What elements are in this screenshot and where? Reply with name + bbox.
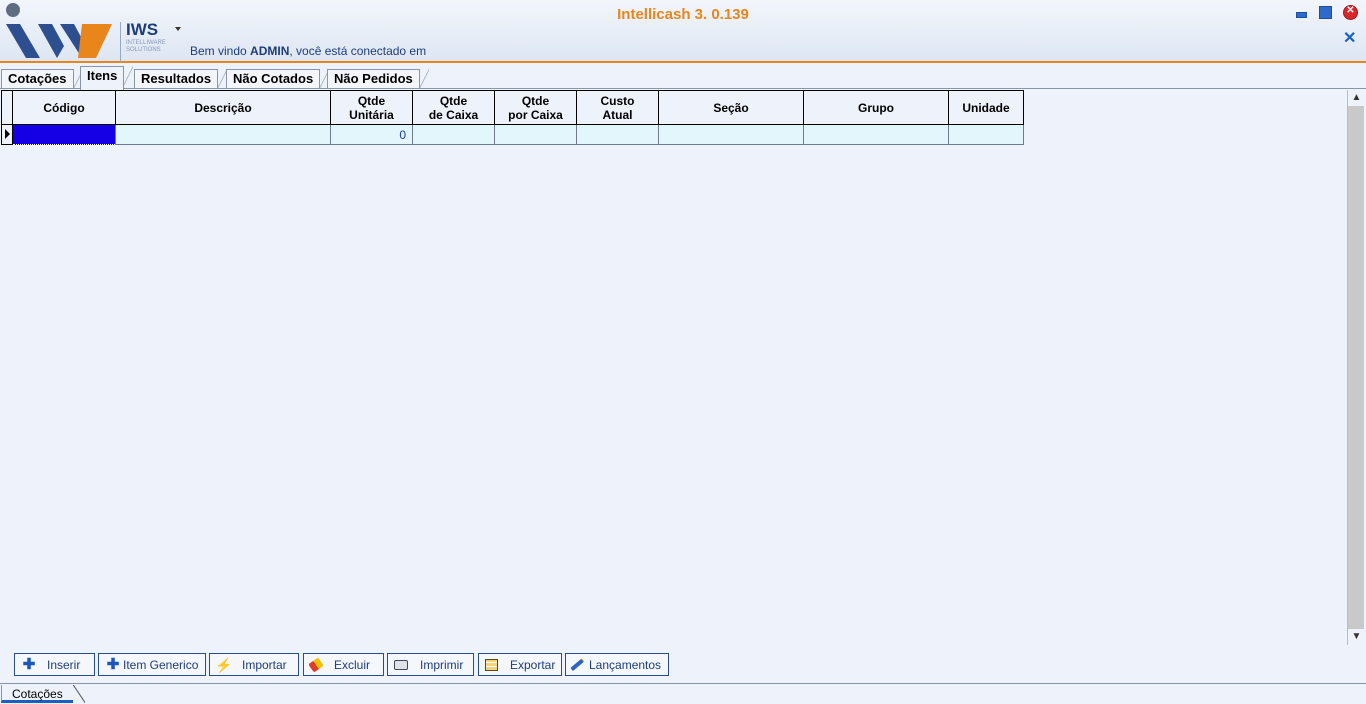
row-indicator-header (1, 90, 13, 125)
excluir-button[interactable]: Excluir (303, 653, 384, 676)
cell-qtde-caixa[interactable] (412, 124, 495, 145)
exportar-label: Exportar (510, 657, 556, 672)
chevron-down-icon[interactable] (175, 27, 181, 31)
vertical-scrollbar[interactable]: ▲ ▼ (1347, 90, 1365, 645)
maximize-button[interactable] (1318, 5, 1333, 20)
printer-icon (394, 659, 408, 670)
cell-qtde-por-caixa[interactable] (494, 124, 577, 145)
tab-bar: Cotações Itens Resultados Não Cotados Nã… (0, 66, 1366, 90)
cell-unidade[interactable] (948, 124, 1024, 145)
cell-grupo[interactable] (803, 124, 949, 145)
action-toolbar: ✚ Inserir ✚ Item Generico ⚡ Importar Exc… (0, 648, 1366, 684)
inserir-label: Inserir (47, 657, 81, 672)
close-window-button[interactable] (1343, 5, 1358, 20)
cell-custo-atual[interactable] (576, 124, 659, 145)
imprimir-label: Imprimir (420, 657, 464, 672)
tab-itens[interactable]: Itens (80, 66, 134, 90)
cell-descricao[interactable] (115, 124, 331, 145)
row-indicator-icon (1, 124, 13, 145)
tab-resultados[interactable]: Resultados (134, 69, 228, 89)
plus-icon: ✚ (106, 655, 120, 673)
spreadsheet-icon (485, 658, 498, 671)
column-header-secao[interactable]: Seção (658, 90, 804, 125)
column-header-descricao[interactable]: Descrição (115, 90, 331, 125)
column-header-qtde-unitaria[interactable]: Qtde Unitária (330, 90, 413, 125)
tab-nao-pedidos[interactable]: Não Pedidos (327, 69, 429, 89)
importar-button[interactable]: ⚡ Importar (209, 653, 299, 676)
importar-label: Importar (242, 657, 287, 672)
column-header-grupo[interactable]: Grupo (803, 90, 949, 125)
items-grid[interactable]: Código Descrição Qtde Unitária Qtde de C… (1, 90, 1024, 145)
item-generico-label: Item Generico (123, 657, 199, 672)
column-header-custo-atual[interactable]: Custo Atual (576, 90, 659, 125)
tab-nao-cotados[interactable]: Não Cotados (226, 69, 330, 89)
column-header-unidade[interactable]: Unidade (948, 90, 1024, 125)
brand-name: IWS (126, 20, 159, 39)
items-panel: Código Descrição Qtde Unitária Qtde de C… (0, 88, 1366, 685)
column-header-qtde-por-caixa[interactable]: Qtde por Caixa (494, 90, 577, 125)
lancamentos-button[interactable]: Lançamentos (565, 653, 669, 676)
minimize-button[interactable] (1294, 5, 1309, 20)
item-generico-button[interactable]: ✚ Item Generico (98, 653, 206, 676)
current-user: ADMIN (250, 44, 290, 58)
cell-secao[interactable] (658, 124, 804, 145)
welcome-prefix: Bem vindo (190, 44, 251, 58)
cell-codigo[interactable] (12, 124, 116, 145)
bottom-tab-cotacoes[interactable]: Cotações (1, 685, 85, 703)
cell-qtde-unitaria[interactable]: 0 (330, 124, 413, 145)
app-header: IWS INTELLIWARE SOLUTIONS Bem vindo ADMI… (0, 0, 1366, 63)
imprimir-button[interactable]: Imprimir (387, 653, 474, 676)
column-header-codigo[interactable]: Código (12, 90, 116, 125)
table-row[interactable]: 0 (1, 124, 1024, 145)
brand-text: IWS INTELLIWARE SOLUTIONS (120, 20, 172, 62)
scroll-down-icon[interactable]: ▼ (1348, 629, 1365, 645)
bottom-tab-bar: Cotações (0, 685, 1366, 704)
inserir-button[interactable]: ✚ Inserir (14, 653, 95, 676)
lightning-icon: ⚡ (215, 656, 233, 673)
lancamentos-label: Lançamentos (589, 657, 662, 672)
app-title: Intellicash 3. 0.139 (617, 6, 749, 23)
pencil-icon (570, 658, 584, 671)
brand-subtitle: INTELLIWARE SOLUTIONS (126, 40, 166, 53)
column-header-qtde-caixa[interactable]: Qtde de Caixa (412, 90, 495, 125)
grid-header-row: Código Descrição Qtde Unitária Qtde de C… (1, 90, 1024, 125)
tab-cotacoes[interactable]: Cotações (1, 69, 83, 89)
plus-icon: ✚ (22, 655, 36, 673)
close-icon[interactable]: ✕ (1343, 31, 1356, 47)
exportar-button[interactable]: Exportar (478, 653, 562, 676)
eraser-icon (308, 656, 324, 673)
welcome-message: Bem vindo ADMIN, você está conectado em (190, 44, 426, 58)
excluir-label: Excluir (334, 657, 371, 672)
scroll-up-icon[interactable]: ▲ (1348, 90, 1365, 106)
welcome-suffix: , você está conectado em (289, 44, 427, 58)
